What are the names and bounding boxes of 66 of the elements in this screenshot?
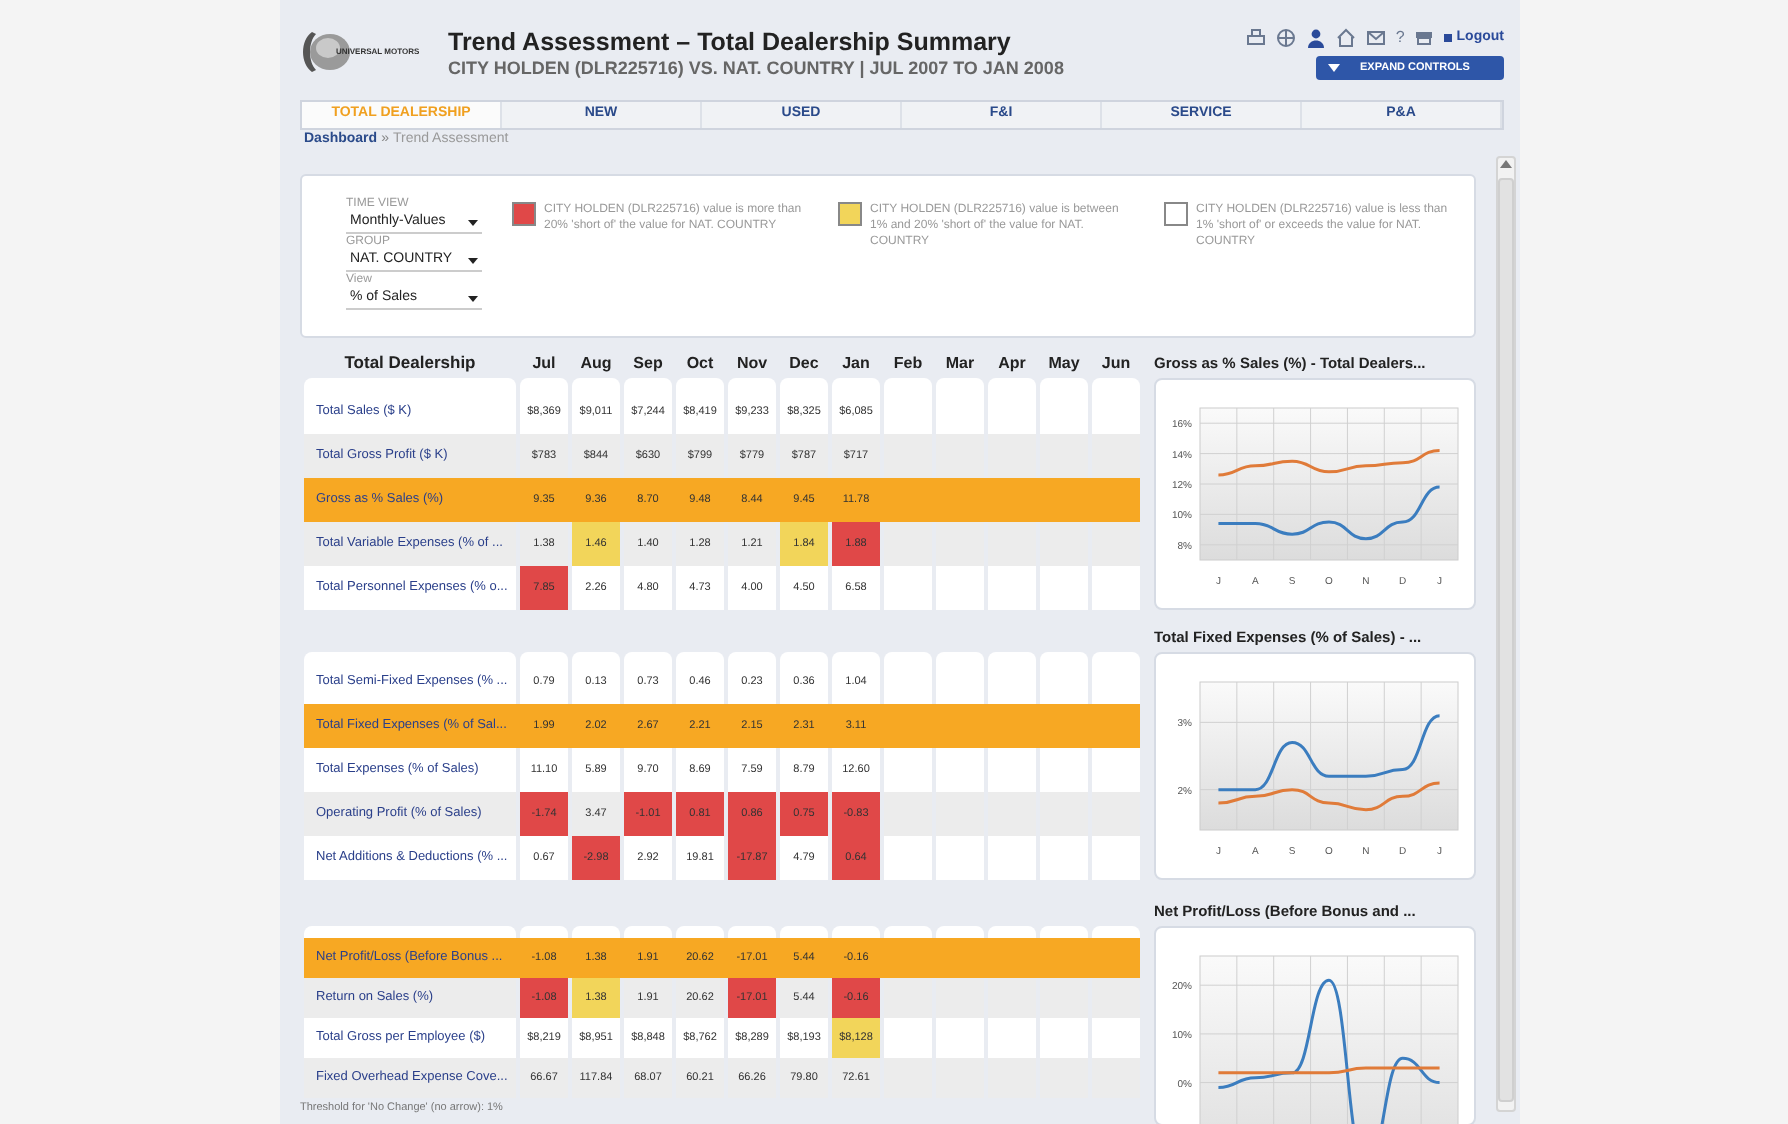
column-top xyxy=(1040,926,1088,938)
caret-icon xyxy=(468,295,478,301)
column-top xyxy=(728,926,776,938)
table-cell xyxy=(1092,748,1140,792)
print-icon[interactable] xyxy=(1245,28,1266,48)
scroll-up-icon[interactable] xyxy=(1500,158,1512,170)
table-cell xyxy=(1092,522,1140,566)
table-cell xyxy=(1040,434,1088,478)
column-top xyxy=(988,926,1036,938)
column-top xyxy=(884,926,932,938)
scrollbar[interactable] xyxy=(1496,156,1516,1112)
column-top xyxy=(780,926,828,938)
column-header: Nov xyxy=(734,351,770,375)
table-cell xyxy=(988,978,1036,1018)
column-top xyxy=(832,926,880,938)
table-cell xyxy=(884,522,932,566)
column-header: Jan xyxy=(840,351,872,375)
column-header: Apr xyxy=(996,351,1028,375)
column-top xyxy=(572,926,620,938)
globe-icon[interactable] xyxy=(1275,28,1296,48)
column-top xyxy=(520,926,568,938)
column-header: Sep xyxy=(631,351,665,375)
page-subtitle: CITY HOLDEN (DLR225716) VS. NAT. COUNTRY | JUL 2007 TO JAN 2008 xyxy=(448,58,1064,80)
table-cell xyxy=(1092,660,1140,704)
column-header: May xyxy=(1046,351,1082,375)
table-cell xyxy=(884,978,932,1018)
home-icon[interactable] xyxy=(1335,28,1356,48)
table-cell xyxy=(884,660,932,704)
table-cell xyxy=(936,434,984,478)
table-cell xyxy=(936,660,984,704)
caret-icon xyxy=(468,219,478,225)
table-cell xyxy=(936,978,984,1018)
column-header: Mar xyxy=(943,351,977,375)
table-cell xyxy=(1040,660,1088,704)
table-cell xyxy=(884,748,932,792)
column-header: Aug xyxy=(578,351,614,375)
help-link[interactable]: ? xyxy=(1395,26,1405,50)
column-header: Jun xyxy=(1099,351,1133,375)
table-cell xyxy=(1040,978,1088,1018)
table-cell xyxy=(936,522,984,566)
table-cell xyxy=(936,748,984,792)
bullet-icon xyxy=(1444,34,1453,42)
caret-icon xyxy=(468,257,478,263)
table-cell xyxy=(1092,978,1140,1018)
table-cell xyxy=(1040,748,1088,792)
column-header: Total Dealership xyxy=(342,350,478,376)
column-top xyxy=(936,926,984,938)
dealer-icon[interactable] xyxy=(1414,28,1435,48)
table-cell xyxy=(988,522,1036,566)
table-cell xyxy=(988,660,1036,704)
page-title: Trend Assessment – Total Dealership Summary xyxy=(448,28,1013,58)
table-cell xyxy=(884,434,932,478)
table-cell xyxy=(988,434,1036,478)
mail-icon[interactable] xyxy=(1365,28,1386,48)
column-top xyxy=(676,926,724,938)
table-cell xyxy=(1040,522,1088,566)
column-top xyxy=(624,926,672,938)
column-header: Feb xyxy=(891,351,925,375)
column-header: Dec xyxy=(787,351,821,375)
caret-icon xyxy=(1328,64,1340,72)
column-header: Oct xyxy=(684,351,716,375)
table-cell xyxy=(988,748,1036,792)
table-cell xyxy=(1092,434,1140,478)
column-top xyxy=(1092,926,1140,938)
column-header: Jul xyxy=(530,351,558,375)
user-icon[interactable] xyxy=(1305,28,1326,48)
